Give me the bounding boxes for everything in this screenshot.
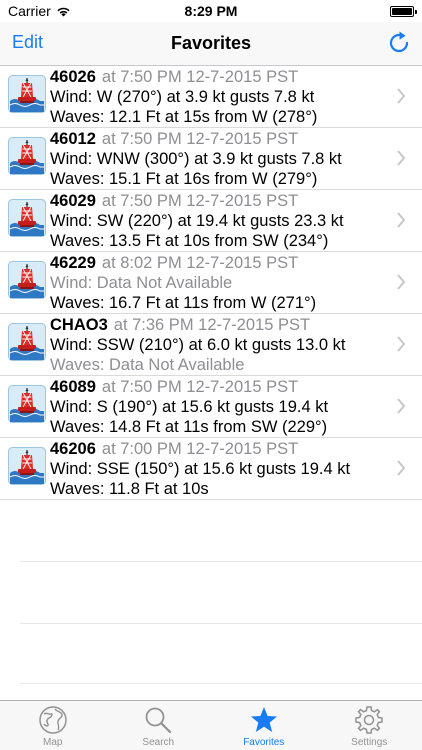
station-id: 46012 [50,130,96,148]
waves-text: Waves: 13.5 Ft at 10s from SW (234°) [50,232,329,250]
waves-text: Waves: 14.8 Ft at 11s from SW (229°) [50,418,328,436]
station-text: 46026 at 7:50 PM 12-7-2015 PST Wind: W (2… [50,67,382,127]
refresh-icon[interactable] [386,30,412,56]
waves-text: Waves: 15.1 Ft at 16s from W (279°) [50,170,318,188]
chevron-right-icon [397,274,406,290]
station-text: 46012 at 7:50 PM 12-7-2015 PST Wind: WNW … [50,129,382,189]
station-id: CHAO3 [50,316,108,334]
station-text: 46206 at 7:00 PM 12-7-2015 PST Wind: SSE … [50,439,382,499]
globe-icon [39,706,67,734]
tab-label: Map [43,737,63,748]
buoy-icon [8,385,46,423]
station-row[interactable]: 46026 at 7:50 PM 12-7-2015 PST Wind: W (2… [0,66,422,128]
station-row[interactable]: 46012 at 7:50 PM 12-7-2015 PST Wind: WNW … [0,128,422,190]
waves-text: Waves: 16.7 Ft at 11s from W (271°) [50,294,317,312]
chevron-right-icon [397,336,406,352]
station-id: 46089 [50,378,96,396]
chevron-right-icon [397,460,406,476]
gear-icon [355,706,383,734]
buoy-icon [8,261,46,299]
station-time: at 8:02 PM 12-7-2015 PST [101,254,299,272]
buoy-icon [8,447,46,485]
station-time: at 7:50 PM 12-7-2015 PST [101,130,299,148]
navigation-bar: Edit Favorites [0,22,422,66]
station-time: at 7:00 PM 12-7-2015 PST [101,440,299,458]
page-title: Favorites [170,33,252,53]
empty-row-separator [20,500,422,562]
chevron-right-icon [397,398,406,414]
station-text: 46089 at 7:50 PM 12-7-2015 PST Wind: S (1… [50,377,382,437]
status-bar: Carrier 8:29 PM [0,0,422,22]
edit-button[interactable]: Edit [12,32,43,53]
carrier-label: Carrier [8,3,51,19]
station-row[interactable]: 46029 at 7:50 PM 12-7-2015 PST Wind: SW (… [0,190,422,252]
tab-search[interactable]: Search [106,701,212,750]
star-icon [250,707,277,732]
buoy-icon [8,199,46,237]
tab-label: Settings [351,737,388,748]
station-id: 46229 [50,254,96,272]
station-row[interactable]: 46206 at 7:00 PM 12-7-2015 PST Wind: SSE … [0,438,422,500]
station-text: 46029 at 7:50 PM 12-7-2015 PST Wind: SW (… [50,191,382,251]
magnifier-icon [145,707,172,734]
empty-row-separator [20,562,422,624]
station-id: 46026 [50,68,96,86]
station-row[interactable]: 46089 at 7:50 PM 12-7-2015 PST Wind: S (1… [0,376,422,438]
wind-text: Wind: W (270°) at 3.9 kt gusts 7.8 kt [50,88,315,106]
buoy-icon [8,323,46,361]
wind-text: Wind: WNW (300°) at 3.9 kt gusts 7.8 kt [50,150,342,168]
wind-text: Wind: SSE (150°) at 15.6 kt gusts 19.4 k… [50,460,351,478]
station-row[interactable]: CHAO3 at 7:36 PM 12-7-2015 PST Wind: SSW … [0,314,422,376]
waves-text: Waves: 12.1 Ft at 15s from W (278°) [50,108,318,126]
status-left: Carrier [8,3,71,19]
wind-text: Wind: Data Not Available [50,274,233,292]
wind-text: Wind: SSW (210°) at 6.0 kt gusts 13.0 kt [50,336,346,354]
buoy-icon [8,75,46,113]
tab-bar: Map Search Favorites Settings [0,700,422,750]
station-time: at 7:50 PM 12-7-2015 PST [101,68,299,86]
station-text: CHAO3 at 7:36 PM 12-7-2015 PST Wind: SSW … [50,315,382,375]
chevron-right-icon [397,212,406,228]
tab-label: Search [142,737,175,748]
favorites-list: 46026 at 7:50 PM 12-7-2015 PST Wind: W (2… [0,66,422,684]
station-time: at 7:50 PM 12-7-2015 PST [101,192,299,210]
wind-text: Wind: S (190°) at 15.6 kt gusts 19.4 kt [50,398,329,416]
tab-map[interactable]: Map [0,701,106,750]
tab-label: Favorites [243,737,285,748]
waves-text: Waves: Data Not Available [50,356,245,374]
buoy-icon [8,137,46,175]
wind-text: Wind: SW (220°) at 19.4 kt gusts 23.3 kt [50,212,344,230]
chevron-right-icon [397,88,406,104]
station-id: 46029 [50,192,96,210]
wifi-icon [57,7,70,16]
station-time: at 7:36 PM 12-7-2015 PST [113,316,311,334]
empty-row-separator [20,624,422,684]
station-row[interactable]: 46229 at 8:02 PM 12-7-2015 PST Wind: Data… [0,252,422,314]
waves-text: Waves: 11.8 Ft at 10s [50,480,209,498]
station-time: at 7:50 PM 12-7-2015 PST [101,378,299,396]
battery-icon [390,5,417,17]
station-text: 46229 at 8:02 PM 12-7-2015 PST Wind: Data… [50,253,382,313]
tab-settings[interactable]: Settings [317,701,422,750]
station-id: 46206 [50,440,96,458]
tab-favorites[interactable]: Favorites [211,701,317,750]
chevron-right-icon [397,150,406,166]
